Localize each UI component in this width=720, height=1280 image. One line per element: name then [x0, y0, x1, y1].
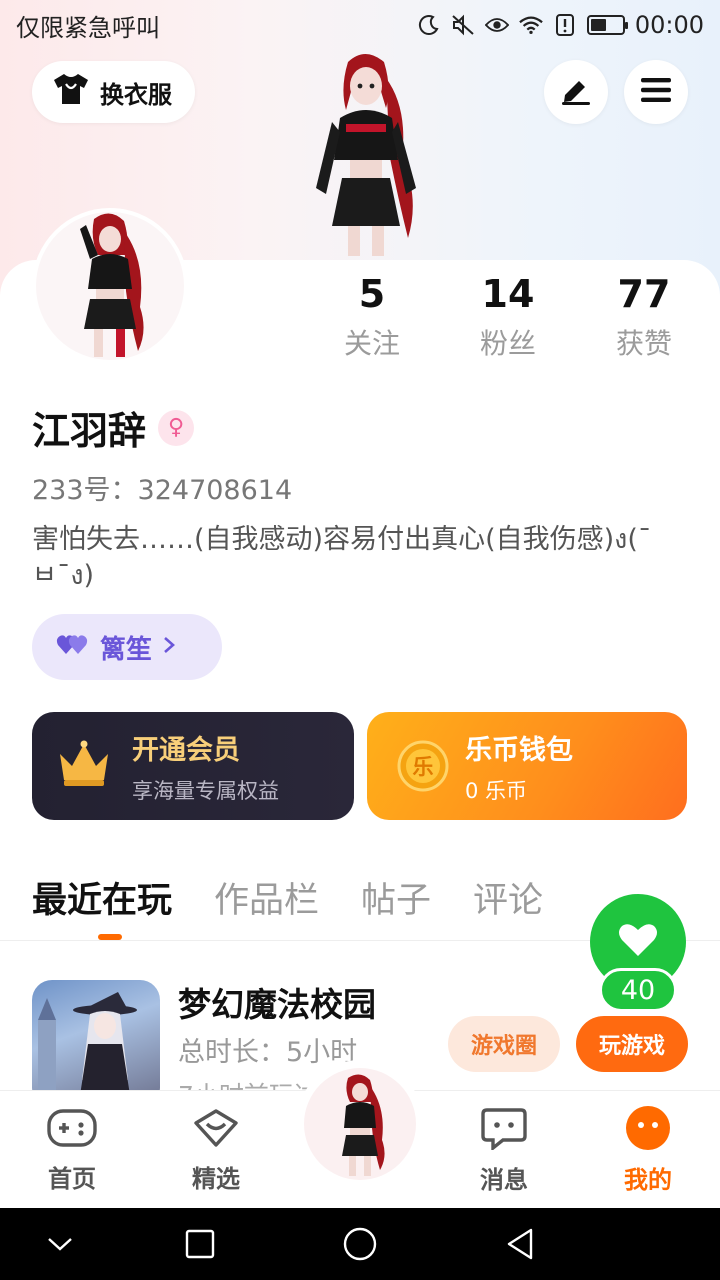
nav-home[interactable]: 首页 [0, 1091, 144, 1209]
chevron-right-icon [162, 632, 176, 662]
coin-icon: 乐 [397, 740, 449, 792]
status-bar: 仅限紧急呼叫 00:00 [0, 0, 720, 50]
wallet-title: 乐币钱包 [465, 734, 573, 766]
edit-icon [559, 75, 593, 109]
profile-dots-icon [626, 1105, 670, 1154]
nav-home-label: 首页 [48, 1164, 96, 1193]
nav-messages[interactable]: 消息 [432, 1091, 576, 1209]
change-outfit-button[interactable]: 换衣服 [32, 61, 195, 123]
stat-likes[interactable]: 77 获赞 [576, 270, 712, 362]
change-outfit-label: 换衣服 [100, 80, 172, 109]
message-icon [481, 1106, 527, 1154]
female-icon: ♀ [158, 409, 195, 446]
stat-likes-value: 77 [617, 272, 671, 316]
game-title[interactable]: 梦幻魔法校园 [178, 978, 376, 1026]
guild-name: 篱笙 [100, 634, 153, 665]
nav-featured-label: 精选 [192, 1164, 240, 1193]
heart-shield-icon [192, 1107, 240, 1153]
game-playtime: 总时长：5小时 [178, 1037, 358, 1068]
game-circle-button[interactable]: 游戏圈 [448, 1016, 560, 1072]
vip-subtitle: 享海量专属权益 [132, 778, 279, 803]
vip-membership-card[interactable]: 开通会员 享海量专属权益 [32, 712, 354, 820]
carrier-text: 仅限紧急呼叫 [16, 13, 160, 42]
gamepad-icon [47, 1107, 97, 1153]
stat-followers-value: 14 [481, 272, 535, 316]
eye-icon [484, 13, 509, 37]
user-id: 233号：324708614 [32, 475, 293, 506]
nav-messages-label: 消息 [480, 1165, 528, 1194]
crown-icon [56, 740, 112, 792]
stat-followers[interactable]: 14 粉丝 [440, 270, 576, 362]
avatar-icon [304, 1068, 416, 1180]
user-name: 江羽辞 [32, 409, 147, 453]
wifi-icon [519, 13, 543, 37]
clock-text: 00:00 [634, 11, 704, 39]
shirt-icon [52, 72, 90, 112]
guild-chip[interactable]: 篱笙 [32, 614, 222, 680]
stat-followers-label: 粉丝 [479, 327, 536, 360]
profile-avatar[interactable] [32, 208, 188, 364]
edit-profile-button[interactable] [544, 60, 608, 124]
recent-apps-icon[interactable] [180, 1224, 220, 1264]
name-row: 江羽辞 ♀ [32, 400, 195, 455]
menu-icon [640, 77, 672, 107]
content-tabs: 最近在玩 作品栏 帖子 评论 [32, 872, 543, 928]
stat-following-value: 5 [358, 272, 386, 316]
user-bio: 害怕失去……(自我感动)容易付出真心(自我伤感)ง(¯ㅂ¯ง) [32, 524, 652, 591]
nav-avatar-button[interactable] [296, 1060, 424, 1188]
game-thumbnail[interactable] [32, 980, 160, 1108]
nav-mine-label: 我的 [624, 1165, 672, 1194]
tab-works[interactable]: 作品栏 [214, 872, 319, 928]
nav-featured[interactable]: 精选 [144, 1091, 288, 1209]
coin-wallet-card[interactable]: 乐 乐币钱包 0 乐币 [367, 712, 687, 820]
vip-title: 开通会员 [132, 734, 240, 766]
moon-icon [417, 13, 441, 37]
back-icon[interactable] [500, 1224, 540, 1264]
nav-mine[interactable]: 我的 [576, 1091, 720, 1209]
tab-posts[interactable]: 帖子 [361, 872, 431, 928]
tab-recently-played[interactable]: 最近在玩 [32, 872, 172, 928]
battery-icon [586, 15, 628, 35]
profile-stats: 5 关注 14 粉丝 77 获赞 [304, 270, 712, 362]
double-heart-icon [56, 632, 90, 663]
hero-avatar-figure[interactable] [290, 48, 440, 260]
stat-likes-label: 获赞 [615, 327, 672, 360]
menu-button[interactable] [624, 60, 688, 124]
chevron-down-icon[interactable] [40, 1224, 80, 1264]
mute-icon [451, 13, 475, 37]
system-nav-bar [0, 1208, 720, 1280]
heart-icon [618, 922, 658, 962]
alert-icon [553, 13, 577, 37]
stat-following[interactable]: 5 关注 [304, 270, 440, 362]
coin-icon-text: 乐 [412, 755, 434, 779]
wallet-balance: 0 乐币 [465, 778, 528, 803]
home-icon[interactable] [340, 1224, 380, 1264]
tab-comments[interactable]: 评论 [473, 872, 543, 928]
play-game-button[interactable]: 玩游戏 [576, 1016, 688, 1072]
like-count-badge: 40 [599, 968, 677, 1012]
stat-following-label: 关注 [343, 327, 400, 360]
